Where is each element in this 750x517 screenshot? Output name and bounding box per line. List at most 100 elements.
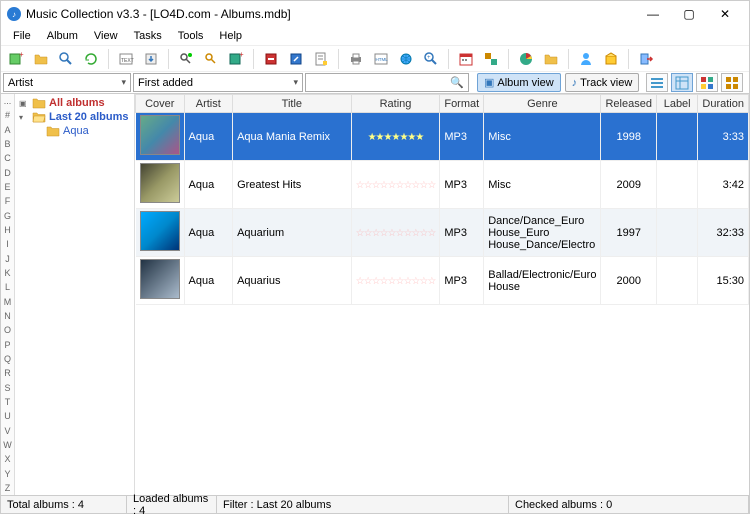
alpha-Y[interactable]: Y — [1, 467, 14, 481]
package-button[interactable] — [600, 48, 622, 70]
alpha-M[interactable]: M — [1, 295, 14, 309]
alpha-L[interactable]: L — [1, 280, 14, 294]
alpha-E[interactable]: E — [1, 180, 14, 194]
cell-label — [656, 161, 697, 209]
album-table-wrap[interactable]: CoverArtistTitleRatingFormatGenreRelease… — [135, 94, 749, 495]
refresh-button[interactable] — [80, 48, 102, 70]
alpha-J[interactable]: J — [1, 252, 14, 266]
alpha-C[interactable]: C — [1, 151, 14, 165]
menu-help[interactable]: Help — [211, 28, 250, 44]
alpha-O[interactable]: O — [1, 323, 14, 337]
close-button[interactable]: ✕ — [707, 3, 743, 25]
collapse-icon[interactable]: ▣ — [19, 99, 29, 108]
maximize-button[interactable]: ▢ — [671, 3, 707, 25]
cell-genre: Misc — [484, 161, 601, 209]
alpha-...[interactable]: ... — [1, 94, 14, 108]
alpha-U[interactable]: U — [1, 409, 14, 423]
search-box[interactable]: 🔍 — [305, 73, 469, 92]
layout-list-button[interactable] — [646, 73, 668, 92]
batch-button[interactable] — [480, 48, 502, 70]
import-button[interactable] — [140, 48, 162, 70]
menu-tools[interactable]: Tools — [170, 28, 212, 44]
alpha-B[interactable]: B — [1, 137, 14, 151]
rating-stars[interactable]: ☆☆☆☆☆☆☆☆☆☆ — [356, 180, 436, 191]
group-by-combo[interactable]: Artist — [3, 73, 131, 92]
zoom-button[interactable]: + — [420, 48, 442, 70]
web-button[interactable] — [395, 48, 417, 70]
col-duration[interactable]: Duration — [698, 95, 749, 113]
col-artist[interactable]: Artist — [184, 95, 233, 113]
cell-title: Greatest Hits — [233, 161, 352, 209]
add-album-button[interactable]: + — [225, 48, 247, 70]
search-input[interactable] — [310, 77, 450, 89]
menu-view[interactable]: View — [86, 28, 126, 44]
tree-node-artist[interactable]: Aqua — [17, 124, 132, 138]
find-next-button[interactable] — [200, 48, 222, 70]
expand-icon[interactable]: ▾ — [19, 113, 29, 122]
alpha-X[interactable]: X — [1, 452, 14, 466]
chart-button[interactable] — [515, 48, 537, 70]
menu-file[interactable]: File — [5, 28, 39, 44]
rating-stars[interactable]: ★★★★★★★ — [368, 132, 424, 143]
col-cover[interactable]: Cover — [136, 95, 185, 113]
alpha-T[interactable]: T — [1, 395, 14, 409]
menu-tasks[interactable]: Tasks — [126, 28, 170, 44]
album-view-toggle[interactable]: ▣Album view — [477, 73, 561, 92]
exit-button[interactable] — [635, 48, 657, 70]
print-button[interactable] — [345, 48, 367, 70]
layout-covers-button[interactable] — [721, 73, 743, 92]
table-row[interactable]: AquaAquarius☆☆☆☆☆☆☆☆☆☆MP3Ballad/Electron… — [136, 257, 749, 305]
col-rating[interactable]: Rating — [351, 95, 440, 113]
alpha-P[interactable]: P — [1, 338, 14, 352]
new-db-button[interactable]: + — [5, 48, 27, 70]
menu-album[interactable]: Album — [39, 28, 86, 44]
alpha-W[interactable]: W — [1, 438, 14, 452]
col-genre[interactable]: Genre — [484, 95, 601, 113]
alpha-K[interactable]: K — [1, 266, 14, 280]
track-view-toggle[interactable]: ♪Track view — [565, 73, 640, 92]
properties-button[interactable] — [310, 48, 332, 70]
album-tree: ▣ All albums ▾ Last 20 albums Aqua — [15, 94, 135, 495]
edit-button[interactable] — [285, 48, 307, 70]
layout-tiles-button[interactable] — [696, 73, 718, 92]
open-folder-button[interactable] — [540, 48, 562, 70]
status-loaded: Loaded albums : 4 — [127, 496, 217, 513]
tree-label: All albums — [49, 97, 130, 109]
open-db-button[interactable] — [30, 48, 52, 70]
alpha-G[interactable]: G — [1, 209, 14, 223]
alpha-N[interactable]: N — [1, 309, 14, 323]
col-format[interactable]: Format — [440, 95, 484, 113]
alpha-F[interactable]: F — [1, 194, 14, 208]
alpha-S[interactable]: S — [1, 381, 14, 395]
alpha-I[interactable]: I — [1, 237, 14, 251]
alpha-R[interactable]: R — [1, 366, 14, 380]
view-button[interactable] — [55, 48, 77, 70]
alpha-A[interactable]: A — [1, 123, 14, 137]
minimize-button[interactable]: — — [635, 3, 671, 25]
alpha-V[interactable]: V — [1, 424, 14, 438]
user-button[interactable] — [575, 48, 597, 70]
calendar-button[interactable] — [455, 48, 477, 70]
table-row[interactable]: AquaGreatest Hits☆☆☆☆☆☆☆☆☆☆MP3Misc20093:… — [136, 161, 749, 209]
alpha-D[interactable]: D — [1, 166, 14, 180]
alpha-Q[interactable]: Q — [1, 352, 14, 366]
text-field-button[interactable]: TEXT — [115, 48, 137, 70]
tree-node-all-albums[interactable]: ▣ All albums — [17, 96, 132, 110]
html-export-button[interactable]: HTML — [370, 48, 392, 70]
album-icon: ▣ — [484, 76, 494, 89]
table-row[interactable]: AquaAquarium☆☆☆☆☆☆☆☆☆☆MP3Dance/Dance_Eur… — [136, 209, 749, 257]
tree-node-last20[interactable]: ▾ Last 20 albums — [17, 110, 132, 124]
sort-by-combo[interactable]: First added — [133, 73, 303, 92]
alpha-H[interactable]: H — [1, 223, 14, 237]
alpha-Z[interactable]: Z — [1, 481, 14, 495]
delete-button[interactable] — [260, 48, 282, 70]
rating-stars[interactable]: ☆☆☆☆☆☆☆☆☆☆ — [356, 228, 436, 239]
col-released[interactable]: Released — [601, 95, 656, 113]
alpha-#[interactable]: # — [1, 108, 14, 122]
table-row[interactable]: AquaAqua Mania Remix★★★★★★★MP3Misc19983:… — [136, 113, 749, 161]
rating-stars[interactable]: ☆☆☆☆☆☆☆☆☆☆ — [356, 276, 436, 287]
find-button[interactable] — [175, 48, 197, 70]
layout-detail-button[interactable] — [671, 73, 693, 92]
col-title[interactable]: Title — [233, 95, 352, 113]
col-label[interactable]: Label — [656, 95, 697, 113]
